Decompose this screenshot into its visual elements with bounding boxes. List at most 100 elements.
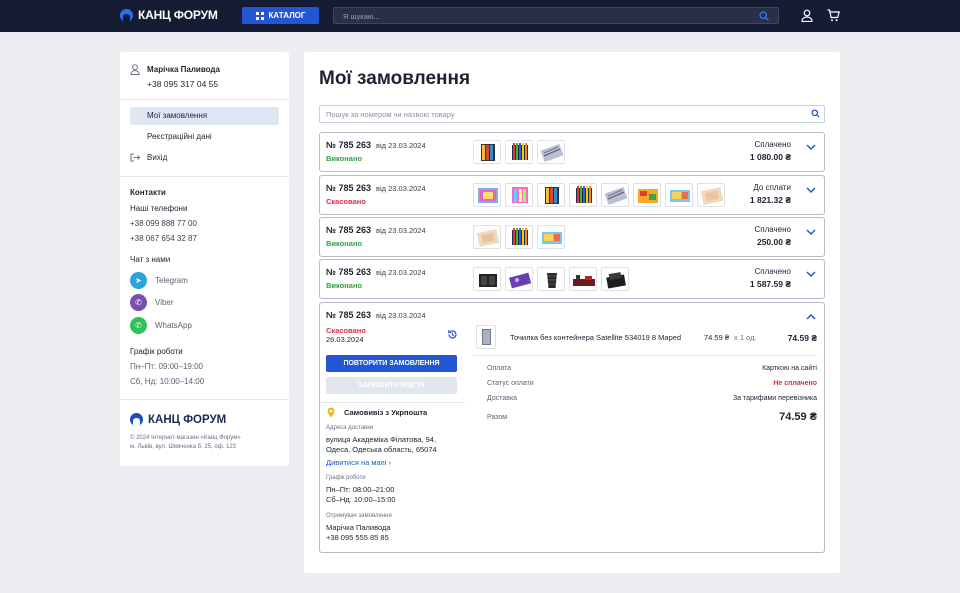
account-sidebar: Марічка Паливода +38 095 317 04 55 Мої з…	[120, 52, 289, 466]
logo-icon	[130, 413, 143, 426]
page-title: Мої замовлення	[319, 68, 471, 89]
product-thumbnail	[601, 183, 629, 207]
button-label: ЗАЛИШИТИ ВІДГУК	[357, 382, 426, 389]
logo-text: КАНЦ ФОРУМ	[148, 413, 227, 426]
order-date: від 23.03.2024	[376, 268, 426, 277]
divider	[120, 99, 289, 100]
phone-number[interactable]: +38 099 888 77 00	[130, 219, 197, 228]
product-image	[512, 143, 528, 160]
chevron-down-icon[interactable]	[806, 229, 816, 236]
menu-label: Реєстраційні дані	[147, 132, 212, 141]
order-card-expanded: № 785 263 від 23.03.2024 Скасовано 26.03…	[319, 302, 825, 553]
order-item-row[interactable]: Точилка без контейнера Satellite 534019 …	[473, 325, 817, 356]
repeat-order-button[interactable]: ПОВТОРИТИ ЗАМОВЛЕННЯ	[326, 355, 457, 372]
whatsapp-link[interactable]: ✆ WhatsApp	[130, 317, 192, 334]
product-image	[547, 273, 557, 288]
sidebar-item-logout[interactable]: Вихід	[130, 149, 279, 167]
total-row: Разом 74.59 ₴	[487, 411, 817, 423]
product-image	[545, 187, 559, 204]
order-search-input[interactable]: Пошук за номером чи назвою товару	[319, 105, 825, 123]
messenger-label: Viber	[155, 298, 174, 307]
product-thumbnail	[633, 183, 661, 207]
logout-icon	[130, 153, 140, 162]
menu-label: Мої замовлення	[147, 111, 208, 120]
user-icon[interactable]	[801, 9, 813, 22]
product-thumbnail	[505, 267, 533, 291]
order-thumbnails	[473, 140, 565, 164]
delivery-value: За тарифами перевізника	[732, 395, 817, 402]
product-image	[576, 186, 592, 203]
delivery-method: Самовивіз з Укрпошта	[344, 408, 428, 417]
chevron-down-icon[interactable]	[806, 144, 816, 151]
payment-summary: Сплачено 250.00 ₴	[754, 225, 791, 247]
cart-icon[interactable]	[827, 9, 840, 22]
viber-link[interactable]: ✆ Viber	[130, 294, 174, 311]
product-image	[542, 232, 562, 244]
telegram-link[interactable]: ➤ Telegram	[130, 272, 188, 289]
total-value: 74.59 ₴	[779, 411, 817, 423]
product-image	[573, 275, 595, 286]
product-image	[606, 272, 626, 289]
hours-line: Сб–Нд: 10:00–15:00	[326, 495, 396, 504]
product-thumbnail	[473, 183, 501, 207]
chevron-down-icon[interactable]	[806, 187, 816, 194]
sidebar-item-my-orders[interactable]: Мої замовлення	[130, 107, 279, 125]
leave-review-button[interactable]: ЗАЛИШИТИ ВІДГУК	[326, 377, 457, 394]
order-card[interactable]: № 785 263 від 23.03.2024 Виконано Сплачено 2…	[319, 217, 825, 257]
payment-summary: До сплати 1 821.32 ₴	[750, 183, 791, 205]
sidebar-item-registration-data[interactable]: Реєстраційні дані	[130, 128, 279, 146]
whatsapp-icon: ✆	[130, 317, 147, 334]
address-label: Адреса доставки	[326, 425, 374, 431]
recipient-label: Отримувач замовлення	[326, 513, 392, 519]
top-header: КАНЦ ФОРУМ КАТАЛОГ Я шукаю...	[0, 0, 960, 32]
order-amount: 1 080.00 ₴	[749, 152, 791, 162]
order-status: Виконано	[326, 281, 363, 290]
product-image	[512, 187, 528, 203]
phone-number[interactable]: +38 067 654 32 87	[130, 234, 197, 243]
order-amount: 250.00 ₴	[756, 237, 791, 247]
copyright: © 2024 Інтернет-магазин «Канц Форум» м. …	[130, 434, 241, 452]
order-status: Скасовано	[326, 326, 366, 335]
product-image	[476, 229, 500, 247]
order-card[interactable]: № 785 263 від 23.03.2024 Виконано Сплачено 1…	[319, 132, 825, 172]
button-label: ПОВТОРИТИ ЗАМОВЛЕННЯ	[343, 360, 440, 367]
chevron-down-icon[interactable]	[806, 271, 816, 278]
product-thumbnail	[537, 140, 565, 164]
product-thumbnail	[537, 183, 565, 207]
messenger-label: WhatsApp	[155, 321, 192, 330]
product-thumbnail	[697, 183, 725, 207]
schedule-line: Сб, Нд: 10:00–14:00	[130, 377, 205, 386]
divider	[120, 399, 289, 400]
product-thumbnail	[473, 267, 501, 291]
payment-summary: Сплачено 1 587.59 ₴	[750, 267, 791, 289]
order-status: Виконано	[326, 154, 363, 163]
header-search-input[interactable]: Я шукаю...	[333, 7, 779, 24]
chat-title: Чат з нами	[130, 255, 171, 264]
product-image	[700, 187, 724, 205]
product-thumbnail	[569, 183, 597, 207]
history-icon[interactable]	[447, 329, 458, 340]
search-icon[interactable]	[759, 11, 769, 21]
product-image	[604, 186, 628, 206]
payment-status-value: Не сплачено	[773, 380, 817, 387]
user-icon	[130, 64, 140, 75]
order-card[interactable]: № 785 263 від 23.03.2024 Скасовано До сплат…	[319, 175, 825, 215]
location-pin-icon	[327, 407, 335, 418]
footer-logo: КАНЦ ФОРУМ	[130, 413, 226, 426]
phones-title: Наші телефони	[130, 204, 188, 213]
logo-text: КАНЦ ФОРУМ	[138, 8, 218, 22]
order-date: від 23.03.2024	[376, 226, 426, 235]
order-card[interactable]: № 785 263 від 23.03.2024 Виконано Сплачено 1…	[319, 259, 825, 299]
order-number: № 785 263	[326, 225, 372, 235]
chevron-up-icon[interactable]	[806, 313, 816, 320]
payment-label: Сплачено	[754, 140, 791, 149]
product-image	[512, 228, 528, 245]
order-number: № 785 263	[326, 267, 372, 277]
search-icon[interactable]	[811, 109, 820, 118]
catalog-button[interactable]: КАТАЛОГ	[242, 7, 319, 24]
map-link[interactable]: Дивитися на мапі ›	[326, 458, 391, 469]
payment-summary: Сплачено 1 080.00 ₴	[750, 140, 791, 162]
payment-status-row: Статус оплати Не сплачено	[487, 380, 817, 387]
site-logo[interactable]: КАНЦ ФОРУМ	[120, 8, 218, 22]
delivery-label: Доставка	[487, 395, 518, 402]
